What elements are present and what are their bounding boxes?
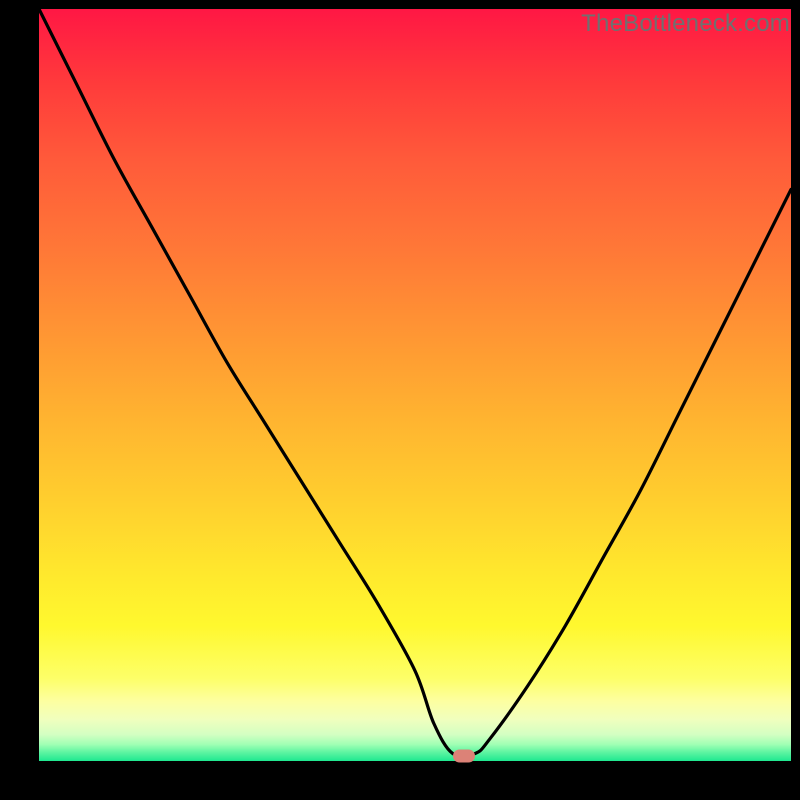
bottleneck-curve [39,9,791,761]
optimal-point-marker [453,749,475,762]
plot-area [39,9,791,761]
chart-container: TheBottleneck.com [0,0,800,800]
